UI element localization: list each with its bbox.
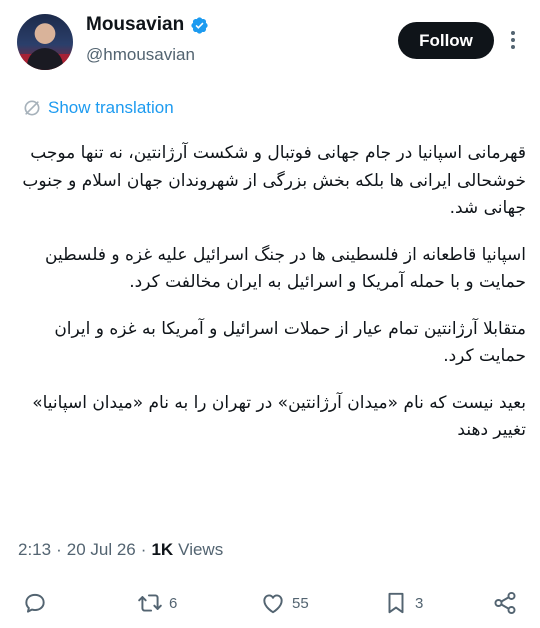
translate-icon — [24, 100, 40, 116]
tweet-paragraph: متقابلا آرژانتین تمام عیار از حملات اسرا… — [54, 318, 526, 367]
like-count: 55 — [292, 594, 309, 612]
tweet-time[interactable]: 2:13 — [18, 540, 51, 560]
tweet-text: قهرمانی اسپانیا در جام جهانی فوتبال و شک… — [18, 140, 526, 464]
author-handle[interactable]: @hmousavian — [86, 45, 195, 65]
more-dot — [511, 45, 515, 49]
show-translation-label: Show translation — [48, 98, 174, 117]
more-icon[interactable] — [502, 28, 524, 52]
tweet-date[interactable]: 20 Jul 26 — [67, 540, 136, 560]
tweet-paragraph: بعید نیست که نام «میدان آرژانتین» در تهر… — [32, 392, 526, 441]
tweet-actions: 6 55 3 — [0, 585, 540, 625]
tweet-paragraph: اسپانیا قاطعانه از فلسطینی ها در جنگ اسر… — [45, 244, 526, 293]
meta-separator: · — [56, 540, 62, 559]
avatar[interactable] — [17, 14, 73, 70]
show-translation-link[interactable]: Show translation — [22, 98, 174, 118]
verified-badge-icon — [191, 16, 208, 34]
bookmark-count: 3 — [415, 594, 424, 612]
reply-icon — [25, 593, 45, 613]
share-button[interactable] — [492, 585, 518, 621]
more-dot — [511, 38, 515, 42]
reply-button[interactable] — [22, 585, 54, 621]
tweet-paragraph: قهرمانی اسپانیا در جام جهانی فوتبال و شک… — [22, 143, 526, 218]
like-icon — [263, 594, 283, 614]
avatar-figure — [27, 48, 63, 70]
retweet-icon — [138, 594, 162, 612]
bookmark-button[interactable]: 3 — [383, 585, 423, 621]
views-count: 1K — [151, 540, 174, 559]
tweet-header: Mousavian @hmousavian Follow — [0, 0, 540, 90]
like-button[interactable]: 55 — [260, 585, 309, 621]
bookmark-icon — [388, 592, 404, 614]
retweet-button[interactable]: 6 — [137, 585, 177, 621]
meta-separator: · — [140, 540, 147, 559]
more-dot — [511, 31, 515, 35]
views-label: Views — [178, 540, 224, 559]
author-name[interactable]: Mousavian — [86, 14, 184, 36]
share-icon — [494, 591, 516, 615]
author-name-row: Mousavian — [86, 14, 209, 36]
retweet-count: 6 — [169, 594, 178, 612]
tweet-meta: 2:13 · 20 Jul 26 · 1K Views — [18, 540, 223, 560]
follow-button[interactable]: Follow — [398, 22, 494, 59]
